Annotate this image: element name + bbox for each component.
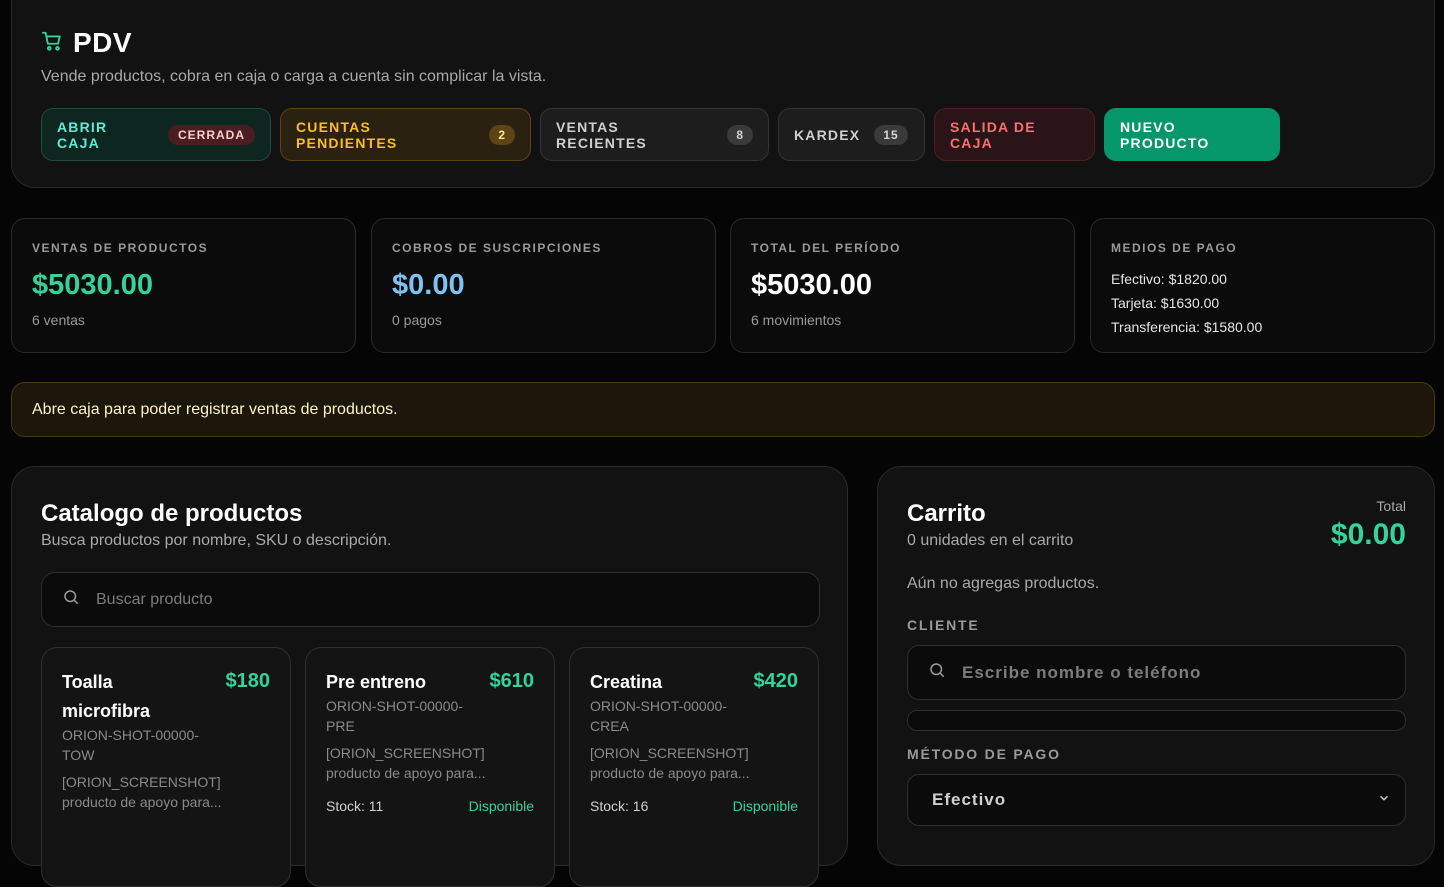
product-name: Creatina	[590, 672, 663, 692]
product-availability: Disponible	[468, 798, 534, 814]
payment-method-cash: Efectivo: $1820.00	[1111, 271, 1227, 287]
product-sku: ORION-SHOT-00000-TOW	[62, 727, 199, 763]
product-card[interactable]: Toalla microfibra $180 ORION-SHOT-00000-…	[41, 647, 291, 887]
recent-sales-label: VENTAS RECIENTES	[556, 118, 647, 151]
stat-value: $0.00	[392, 269, 465, 301]
recent-count-badge: 8	[727, 124, 753, 145]
stat-label: MEDIOS DE PAGO	[1111, 241, 1238, 255]
product-search-box[interactable]	[41, 572, 820, 627]
stat-sub: 0 pagos	[392, 312, 442, 328]
cash-out-button[interactable]: SALIDA DE CAJA	[934, 108, 1095, 161]
stat-card-subscriptions: COBROS DE SUSCRIPCIONES $0.00 0 pagos	[371, 218, 716, 353]
kardex-button[interactable]: KARDEX 15	[778, 108, 925, 161]
kardex-label: KARDEX	[794, 126, 861, 143]
cart-total: $0.00	[1330, 518, 1406, 551]
title-row: PDV	[41, 27, 132, 59]
payment-methods-list: Efectivo: $1820.00 Tarjeta: $1630.00 Tra…	[1111, 267, 1262, 339]
cart-total-label: Total	[1376, 498, 1406, 514]
pending-accounts-button[interactable]: CUENTAS PENDIENTES 2	[280, 108, 531, 161]
recent-sales-button[interactable]: VENTAS RECIENTES 8	[540, 108, 769, 161]
cart-icon	[41, 30, 63, 57]
page-title: PDV	[73, 27, 133, 58]
stat-sub: 6 movimientos	[751, 312, 842, 328]
product-stock: Stock: 11	[326, 798, 384, 814]
product-price: $180	[225, 670, 271, 692]
cash-closed-alert: Abre caja para poder registrar ventas de…	[11, 382, 1435, 437]
stat-card-payment-methods: MEDIOS DE PAGO Efectivo: $1820.00 Tarjet…	[1090, 218, 1435, 353]
product-search-input[interactable]	[94, 589, 698, 610]
product-sku: ORION-SHOT-00000-CREA	[590, 698, 727, 734]
payment-method-value: Efectivo	[932, 790, 1007, 809]
product-sku: ORION-SHOT-00000-PRE	[326, 698, 463, 734]
header-panel: PDV Vende productos, cobra en caja o car…	[11, 0, 1435, 188]
product-availability: Disponible	[732, 798, 798, 814]
cash-out-label: SALIDA DE CAJA	[950, 118, 1036, 151]
catalog-panel: Catalogo de productos Busca productos po…	[11, 466, 848, 887]
product-description: [ORION_SCREENSHOT] producto de apoyo par…	[590, 745, 750, 781]
search-icon	[62, 588, 80, 611]
chevron-down-icon	[1377, 790, 1391, 810]
client-search-input[interactable]	[960, 661, 1384, 684]
page-subtitle: Vende productos, cobra en caja o carga a…	[41, 68, 547, 85]
cart-title: Carrito	[907, 500, 986, 527]
action-buttons: ABRIR CAJA CERRADA CUENTAS PENDIENTES 2 …	[41, 108, 1280, 161]
product-name: Pre entreno	[326, 672, 427, 692]
stat-label: COBROS DE SUSCRIPCIONES	[392, 241, 602, 255]
stat-sub: 6 ventas	[32, 312, 85, 328]
cash-status-badge: CERRADA	[168, 124, 255, 145]
cart-panel: Carrito 0 unidades en el carrito Total $…	[877, 466, 1435, 866]
kardex-count-badge: 15	[874, 124, 908, 145]
catalog-subtitle: Busca productos por nombre, SKU o descri…	[41, 532, 392, 549]
product-stock: Stock: 16	[590, 798, 649, 814]
open-cash-button[interactable]: ABRIR CAJA CERRADA	[41, 108, 271, 161]
client-search-box[interactable]	[907, 645, 1406, 700]
stat-label: VENTAS DE PRODUCTOS	[32, 241, 209, 255]
open-cash-label: ABRIR CAJA	[57, 118, 108, 151]
payment-method-transfer: Transferencia: $1580.00	[1111, 319, 1263, 335]
client-suggestions-list[interactable]	[907, 710, 1406, 731]
client-label: CLIENTE	[907, 617, 980, 633]
cart-units: 0 unidades en el carrito	[907, 532, 1074, 549]
cart-empty-message: Aún no agregas productos.	[907, 575, 1100, 592]
catalog-title: Catalogo de productos	[41, 500, 303, 527]
stat-value: $5030.00	[751, 269, 872, 301]
stat-card-period-total: TOTAL DEL PERÍODO $5030.00 6 movimientos	[730, 218, 1075, 353]
pending-count-badge: 2	[489, 124, 515, 145]
new-product-button[interactable]: NUEVO PRODUCTO	[1104, 108, 1280, 161]
payment-method-label: MÉTODO DE PAGO	[907, 746, 1061, 762]
product-description: [ORION_SCREENSHOT] producto de apoyo par…	[62, 774, 222, 810]
product-price: $610	[489, 670, 535, 692]
stat-label: TOTAL DEL PERÍODO	[751, 241, 901, 255]
stat-card-product-sales: VENTAS DE PRODUCTOS $5030.00 6 ventas	[11, 218, 356, 353]
payment-method-card: Tarjeta: $1630.00	[1111, 295, 1220, 311]
product-card[interactable]: Creatina $420 ORION-SHOT-00000-CREA [ORI…	[569, 647, 819, 887]
stat-value: $5030.00	[32, 269, 153, 301]
product-price: $420	[753, 670, 799, 692]
payment-method-select[interactable]: Efectivo	[907, 774, 1406, 826]
product-card[interactable]: Pre entreno $610 ORION-SHOT-00000-PRE [O…	[305, 647, 555, 887]
search-icon	[928, 661, 946, 684]
product-name: Toalla microfibra	[62, 672, 151, 721]
pending-accounts-label: CUENTAS PENDIENTES	[296, 118, 398, 151]
new-product-label: NUEVO PRODUCTO	[1120, 118, 1210, 151]
product-description: [ORION_SCREENSHOT] producto de apoyo par…	[326, 745, 486, 781]
